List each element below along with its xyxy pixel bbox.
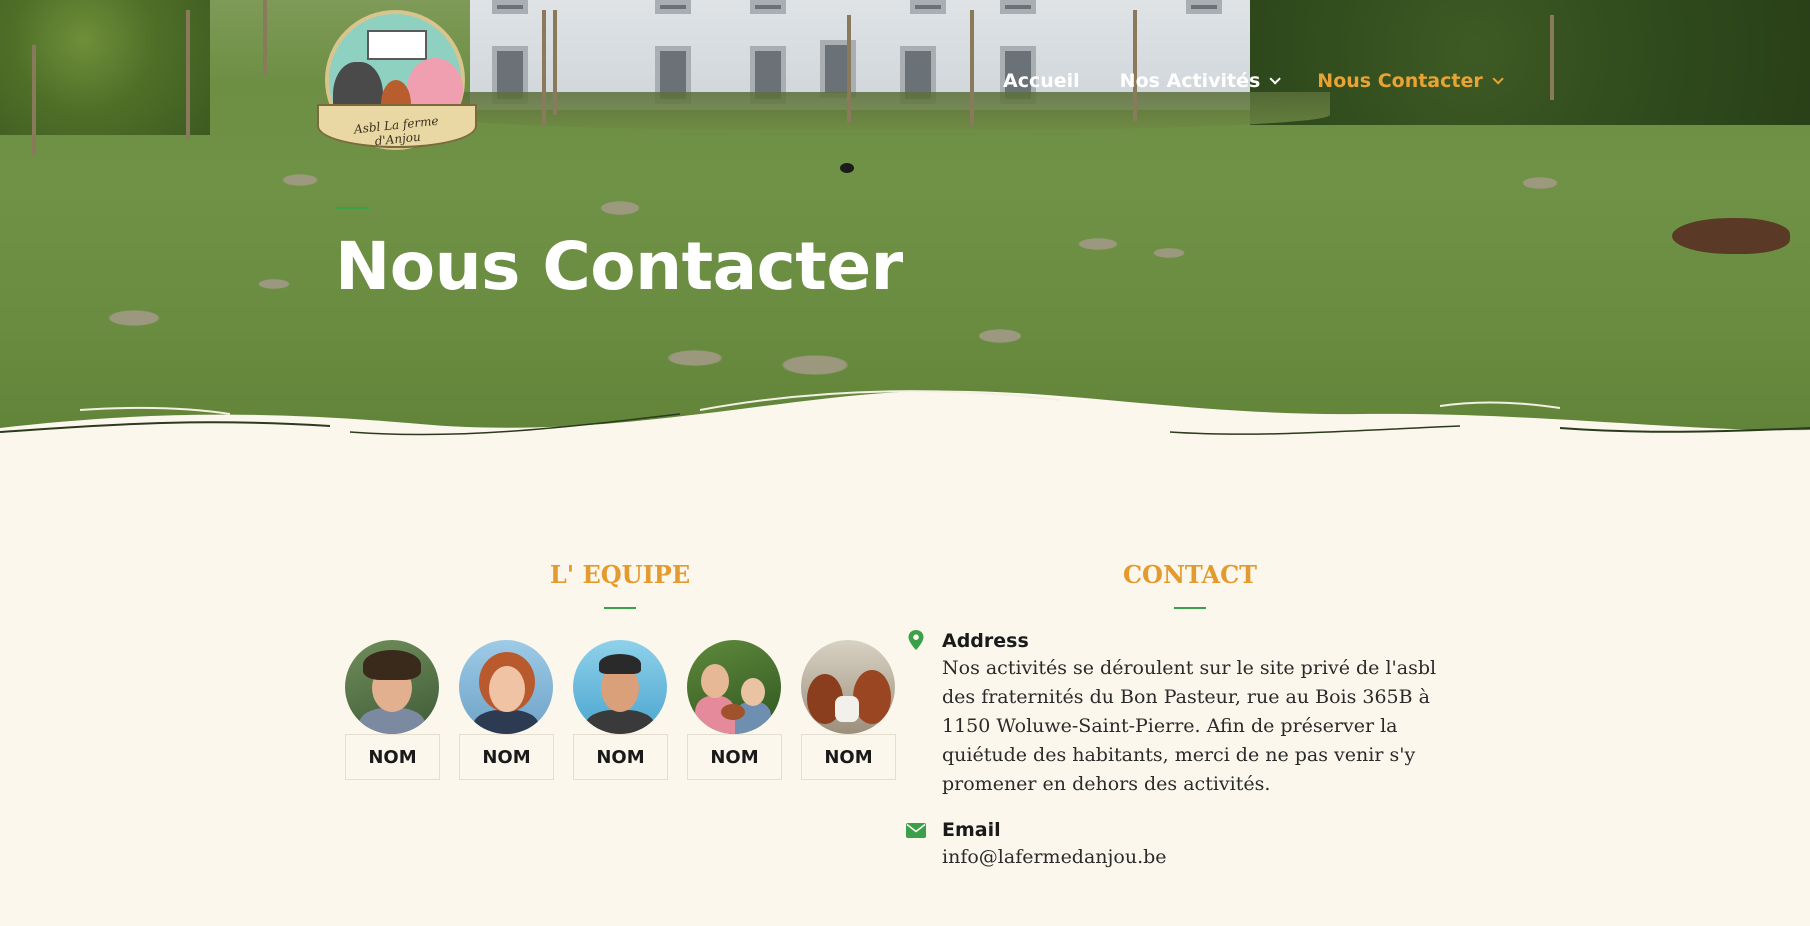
member-photo <box>459 640 553 734</box>
team-member[interactable]: NOM <box>573 640 668 780</box>
team-member[interactable]: NOM <box>687 640 782 780</box>
email-label: Email <box>942 819 1001 841</box>
team-list: NOM NOM NOM NOM NOM <box>345 640 896 780</box>
nav-item-label: Accueil <box>1003 70 1080 92</box>
nav-item-nos-activites[interactable]: Nos Activités <box>1119 70 1282 92</box>
team-heading: L' EQUIPE <box>549 560 691 589</box>
bird <box>840 163 854 173</box>
member-name: NOM <box>573 734 668 780</box>
nav-item-label: Nous Contacter <box>1317 70 1483 92</box>
address-label: Address <box>942 630 1029 652</box>
envelope-icon <box>906 823 926 838</box>
contact-heading-rule <box>1174 607 1206 609</box>
page-title: Nous Contacter <box>335 228 903 305</box>
nav-item-accueil[interactable]: Accueil <box>1003 70 1080 92</box>
member-name: NOM <box>687 734 782 780</box>
castle-icon <box>367 30 427 60</box>
team-heading-rule <box>604 607 636 609</box>
member-name: NOM <box>345 734 440 780</box>
nav-item-label: Nos Activités <box>1119 70 1261 92</box>
member-photo <box>573 640 667 734</box>
wave-divider <box>0 390 1810 470</box>
member-name: NOM <box>801 734 896 780</box>
map-marker-icon <box>908 630 924 650</box>
main-nav: Accueil Nos Activités Nous Contacter <box>1003 70 1504 92</box>
site-logo[interactable]: Asbl La ferme d'Anjou <box>307 10 487 160</box>
title-accent-rule <box>335 207 369 209</box>
member-photo <box>345 640 439 734</box>
email-link[interactable]: info@lafermedanjou.be <box>942 843 1462 872</box>
chevron-down-icon <box>1269 73 1282 85</box>
member-name: NOM <box>459 734 554 780</box>
member-photo <box>801 640 895 734</box>
nav-item-nous-contacter[interactable]: Nous Contacter <box>1317 70 1504 92</box>
team-member[interactable]: NOM <box>459 640 554 780</box>
contact-heading: CONTACT <box>1122 560 1258 589</box>
team-member[interactable]: NOM <box>801 640 896 780</box>
member-photo <box>687 640 781 734</box>
address-text: Nos activités se déroulent sur le site p… <box>942 657 1437 795</box>
team-member[interactable]: NOM <box>345 640 440 780</box>
animal-resting <box>1672 218 1790 254</box>
